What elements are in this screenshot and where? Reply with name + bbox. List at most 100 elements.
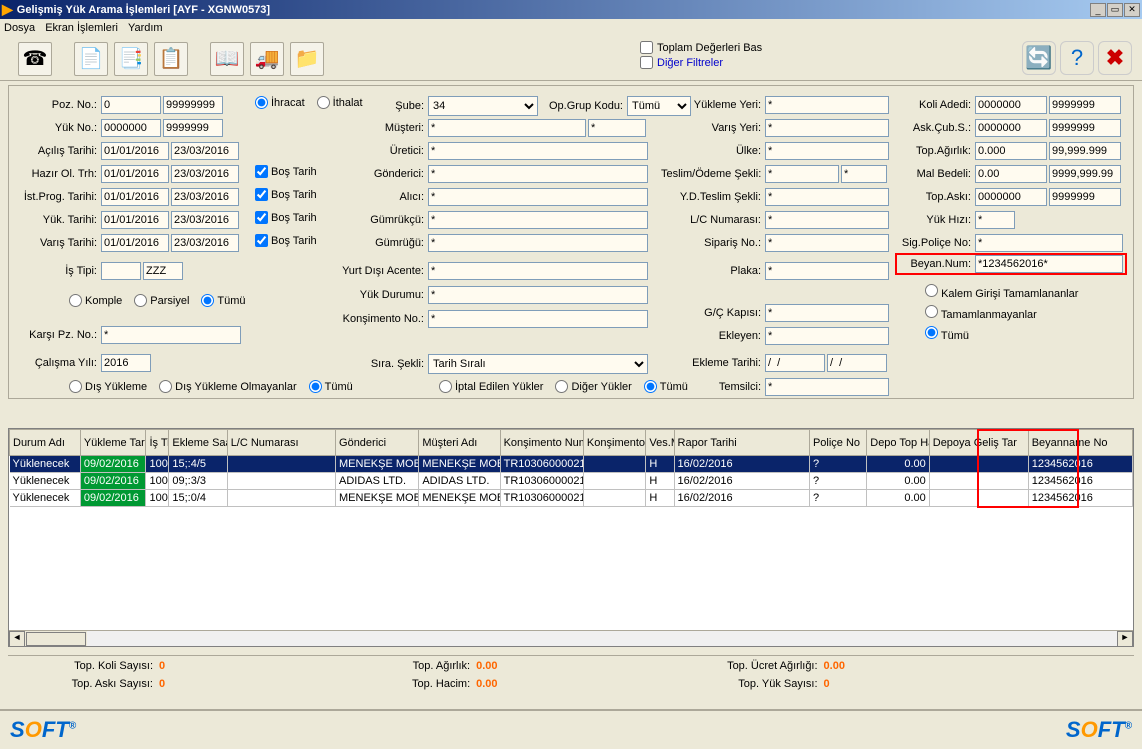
ask-from[interactable] xyxy=(975,119,1047,137)
menu-yardim[interactable]: Yardım xyxy=(128,22,163,34)
yukhiz-input[interactable] xyxy=(975,211,1015,229)
table-row[interactable]: Yüklenecek09/02/201610015;:0/4MENEKŞE MO… xyxy=(10,490,1133,507)
konsimento-input[interactable] xyxy=(428,310,648,328)
bos2-checkbox[interactable] xyxy=(255,188,268,201)
pozno-from[interactable] xyxy=(101,96,161,114)
bos3-checkbox[interactable] xyxy=(255,211,268,224)
gckapisi-input[interactable] xyxy=(765,304,889,322)
toolbar-book-icon[interactable]: 📖 xyxy=(210,42,244,76)
sira-select[interactable]: Tarih Sıralı xyxy=(428,354,648,374)
col-header[interactable]: Konşimento Numarası xyxy=(500,430,583,456)
ihr-radio[interactable]: İhracat xyxy=(255,96,305,109)
ulke-input[interactable] xyxy=(765,142,889,160)
hazir-to[interactable] xyxy=(171,165,239,183)
close-button[interactable]: ✕ xyxy=(1124,3,1140,17)
teslim-input[interactable] xyxy=(765,165,839,183)
bos4-checkbox[interactable] xyxy=(255,234,268,247)
toolbar-list-icon[interactable]: 📋 xyxy=(154,42,188,76)
koli-to[interactable] xyxy=(1049,96,1121,114)
table-row[interactable]: Yüklenecek09/02/201610015;:4/5MENEKŞE MO… xyxy=(10,456,1133,473)
koli-from[interactable] xyxy=(975,96,1047,114)
col-header[interactable]: Depoya Geliş Tar xyxy=(929,430,1028,456)
col-header[interactable]: Ekleme Saati xyxy=(169,430,227,456)
beyannum-input[interactable] xyxy=(975,255,1123,273)
exit-button[interactable]: ✖ xyxy=(1098,41,1132,75)
refresh-button[interactable]: 🔄 xyxy=(1022,41,1056,75)
col-header[interactable]: Müşteri Adı xyxy=(419,430,500,456)
topag-to[interactable] xyxy=(1049,142,1121,160)
acilis-from[interactable] xyxy=(101,142,169,160)
toolbar-doc2-icon[interactable]: 📑 xyxy=(114,42,148,76)
toplam-checkbox[interactable]: Toplam Değerleri Bas xyxy=(640,41,762,54)
lcnum-input[interactable] xyxy=(765,211,889,229)
varisyeri-input[interactable] xyxy=(765,119,889,137)
col-header[interactable]: Depo Top Hacim xyxy=(867,430,930,456)
calisma-input[interactable] xyxy=(101,354,151,372)
toolbar-doc1-icon[interactable]: 📄 xyxy=(74,42,108,76)
yuktarih-from[interactable] xyxy=(101,211,169,229)
alici-input[interactable] xyxy=(428,188,648,206)
col-header[interactable]: L/C Numarası xyxy=(227,430,335,456)
col-header[interactable]: İş Tip xyxy=(146,430,169,456)
bos1-checkbox[interactable] xyxy=(255,165,268,178)
mal-from[interactable] xyxy=(975,165,1047,183)
varis-from[interactable] xyxy=(101,234,169,252)
topag-from[interactable] xyxy=(975,142,1047,160)
acilis-to[interactable] xyxy=(171,142,239,160)
teslim2-input[interactable] xyxy=(841,165,887,183)
col-header[interactable]: Yükleme Tarihi xyxy=(80,430,146,456)
pozno-to[interactable] xyxy=(163,96,223,114)
help-button[interactable]: ? xyxy=(1060,41,1094,75)
yuklemeyeri-input[interactable] xyxy=(765,96,889,114)
yukno-to[interactable] xyxy=(163,119,223,137)
karsipz-input[interactable] xyxy=(101,326,241,344)
col-header[interactable]: Ves.Muk xyxy=(646,430,674,456)
topask-to[interactable] xyxy=(1049,188,1121,206)
istipi-from[interactable] xyxy=(101,262,141,280)
ydteslim-input[interactable] xyxy=(765,188,889,206)
tamam-radio[interactable]: Tamamlanmayanlar xyxy=(925,305,1037,321)
plaka-input[interactable] xyxy=(765,262,889,280)
siparis-input[interactable] xyxy=(765,234,889,252)
musteri2-input[interactable] xyxy=(588,119,646,137)
ekleyen-input[interactable] xyxy=(765,327,889,345)
yuktarih-to[interactable] xyxy=(171,211,239,229)
yurtdisi-input[interactable] xyxy=(428,262,648,280)
diger-checkbox[interactable]: Diğer Filtreler xyxy=(640,56,762,69)
yukno-from[interactable] xyxy=(101,119,161,137)
gumrugu-input[interactable] xyxy=(428,234,648,252)
tumu2-radio[interactable]: Tümü xyxy=(309,380,353,393)
istprog-from[interactable] xyxy=(101,188,169,206)
temsilci-input[interactable] xyxy=(765,378,889,396)
toolbar-folder-icon[interactable]: 📁 xyxy=(290,42,324,76)
ask-to[interactable] xyxy=(1049,119,1121,137)
varis-to[interactable] xyxy=(171,234,239,252)
minimize-button[interactable]: _ xyxy=(1090,3,1106,17)
istipi-to[interactable] xyxy=(143,262,183,280)
col-header[interactable]: Konşimento Tarihi xyxy=(583,430,646,456)
hazir-from[interactable] xyxy=(101,165,169,183)
topask-from[interactable] xyxy=(975,188,1047,206)
disyuk-radio[interactable]: Dış Yükleme xyxy=(69,380,147,393)
uretici-input[interactable] xyxy=(428,142,648,160)
table-row[interactable]: Yüklenecek09/02/201610009;:3/3ADIDAS LTD… xyxy=(10,473,1133,490)
col-header[interactable]: Rapor Tarihi xyxy=(674,430,809,456)
restore-button[interactable]: ▭ xyxy=(1107,3,1123,17)
kalem-radio[interactable]: Kalem Girişi Tamamlananlar xyxy=(925,284,1078,300)
col-header[interactable]: Gönderici xyxy=(336,430,419,456)
digeryuk-radio[interactable]: Diğer Yükler xyxy=(555,380,631,393)
tumu4-radio[interactable]: Tümü xyxy=(925,326,969,342)
toolbar-truck-icon[interactable]: 🚚 xyxy=(250,42,284,76)
col-header[interactable]: Beyanname No xyxy=(1028,430,1132,456)
yukdurumu-input[interactable] xyxy=(428,286,648,304)
ekltarih-from[interactable] xyxy=(765,354,825,372)
parsiyel-radio[interactable]: Parsiyel xyxy=(134,294,189,307)
musteri-input[interactable] xyxy=(428,119,586,137)
komple-radio[interactable]: Komple xyxy=(69,294,122,307)
col-header[interactable]: Poliçe No xyxy=(809,430,866,456)
disyukolm-radio[interactable]: Dış Yükleme Olmayanlar xyxy=(159,380,296,393)
istprog-to[interactable] xyxy=(171,188,239,206)
iptal-radio[interactable]: İptal Edilen Yükler xyxy=(439,380,543,393)
sube-select[interactable]: 34 xyxy=(428,96,538,116)
col-header[interactable]: Durum Adı xyxy=(10,430,81,456)
